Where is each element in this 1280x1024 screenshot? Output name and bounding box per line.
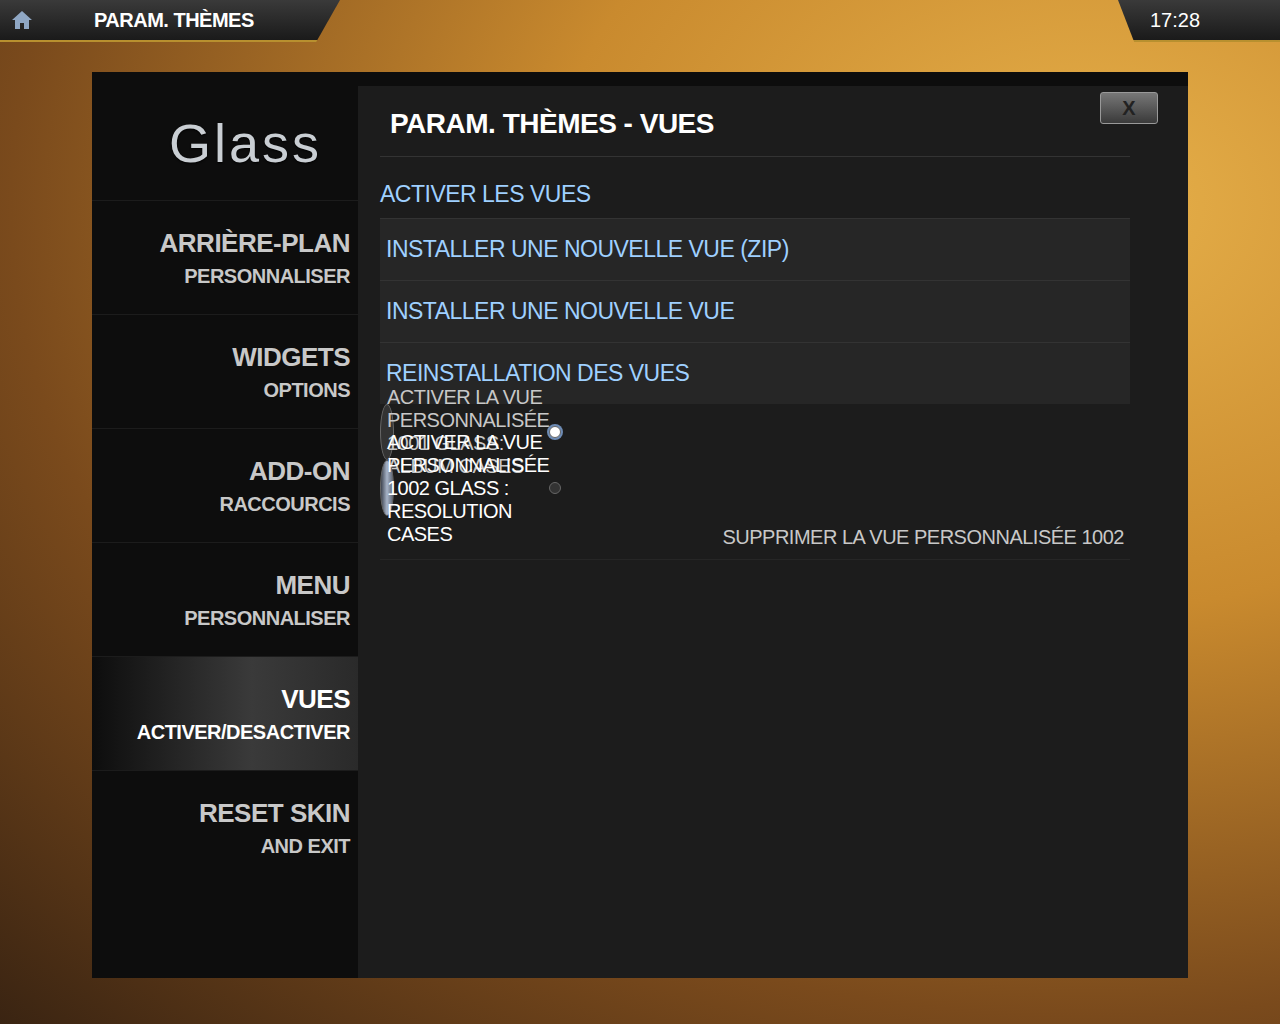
- radio-icon[interactable]: [549, 482, 561, 494]
- action-item[interactable]: INSTALLER UNE NOUVELLE VUE: [380, 280, 1130, 342]
- action-item[interactable]: INSTALLER UNE NOUVELLE VUE (ZIP): [380, 218, 1130, 280]
- top-bar: PARAM. THÈMES 17:28: [0, 0, 1280, 42]
- option-row[interactable]: ACTIVER LA VUE PERSONNALISÉE 1002 GLASS …: [380, 460, 394, 516]
- panel-header: PARAM. THÈMES - VUESX: [380, 96, 1130, 157]
- action-group: INSTALLER UNE NOUVELLE VUE (ZIP)INSTALLE…: [380, 218, 1130, 404]
- settings-dialog: GlassARRIÈRE-PLANPERSONNALISERWIDGETSOPT…: [92, 72, 1188, 978]
- content-panel: PARAM. THÈMES - VUESXACTIVER LES VUESINS…: [358, 86, 1188, 978]
- sidebar-item[interactable]: WIDGETSOPTIONS: [92, 314, 358, 428]
- home-icon[interactable]: [10, 9, 34, 31]
- settings-list: ACTIVER LES VUESINSTALLER UNE NOUVELLE V…: [380, 157, 1130, 560]
- clock: 17:28: [1118, 0, 1280, 42]
- sidebar: GlassARRIÈRE-PLANPERSONNALISERWIDGETSOPT…: [92, 72, 358, 978]
- sidebar-item[interactable]: ARRIÈRE-PLANPERSONNALISER: [92, 200, 358, 314]
- close-button[interactable]: X: [1100, 92, 1158, 124]
- sidebar-item[interactable]: VUESACTIVER/DESACTIVER: [92, 656, 358, 770]
- sidebar-item[interactable]: RESET SKINAND EXIT: [92, 770, 358, 884]
- logo: Glass: [92, 112, 358, 200]
- panel-title: PARAM. THÈMES - VUES: [380, 96, 714, 140]
- sidebar-item[interactable]: MENUPERSONNALISER: [92, 542, 358, 656]
- screen: PARAM. THÈMES 17:28 GlassARRIÈRE-PLANPERSO…: [0, 0, 1280, 1024]
- breadcrumb-tab: PARAM. THÈMES: [0, 0, 340, 42]
- breadcrumb-title: PARAM. THÈMES: [94, 9, 254, 32]
- option-row[interactable]: SUPPRIMER LA VUE PERSONNALISÉE 1002: [380, 516, 1130, 560]
- radio-icon[interactable]: [549, 426, 561, 438]
- section-heading: ACTIVER LES VUES: [380, 157, 1130, 218]
- sidebar-item[interactable]: ADD-ONRACCOURCIS: [92, 428, 358, 542]
